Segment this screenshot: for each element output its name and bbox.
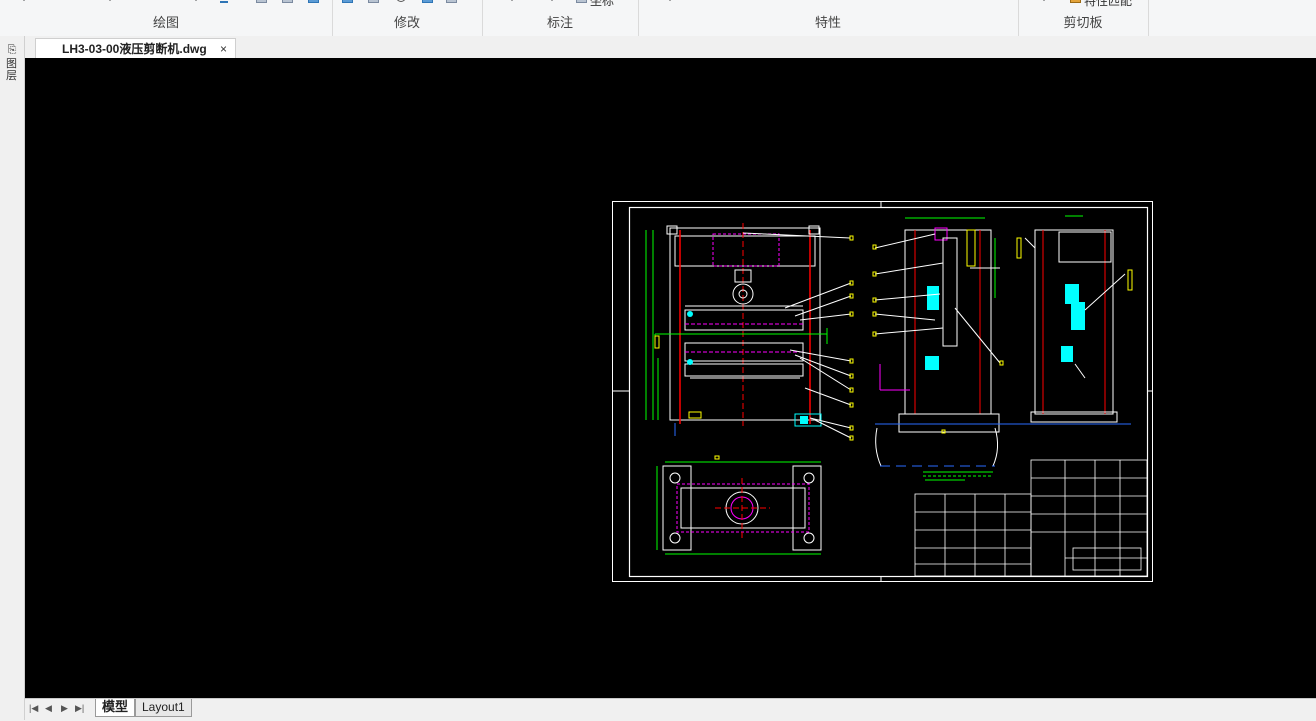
draw-group-label: 绘图 bbox=[152, 15, 179, 30]
array-icon[interactable] bbox=[446, 0, 457, 3]
dropdown-caret-icon[interactable] bbox=[192, 0, 200, 1]
ordinate-dimension-icon[interactable] bbox=[576, 0, 587, 3]
front-view bbox=[645, 223, 854, 441]
layer-palette-icon[interactable]: ⎘ bbox=[5, 44, 19, 56]
modify-group-label: 修改 bbox=[393, 15, 420, 30]
region-icon[interactable] bbox=[282, 0, 293, 3]
boundary-icon[interactable] bbox=[308, 0, 319, 3]
dropdown-caret-icon[interactable] bbox=[548, 0, 556, 1]
tab-model[interactable]: 模型 bbox=[95, 699, 136, 717]
fillet-icon[interactable] bbox=[396, 0, 406, 2]
annotation-group-label: 标注 bbox=[546, 15, 573, 30]
cad-drawing bbox=[612, 201, 1153, 582]
stretch-icon[interactable] bbox=[342, 0, 353, 3]
title-block bbox=[914, 459, 1148, 577]
plan-view bbox=[656, 455, 822, 555]
right-view bbox=[1015, 215, 1133, 425]
dropdown-caret-icon[interactable] bbox=[1040, 0, 1048, 1]
document-tab-title[interactable]: LH3-03-00液压剪断机.dwg bbox=[62, 39, 207, 59]
document-tab-bar: LH3-03-00液压剪断机.dwg × bbox=[25, 36, 1316, 59]
ordinate-label[interactable]: 坐标 bbox=[590, 0, 614, 9]
dropdown-caret-icon[interactable] bbox=[666, 0, 674, 1]
properties-group: 特性 bbox=[638, 0, 1019, 36]
drawing-canvas[interactable] bbox=[25, 58, 1316, 698]
tab-layout1[interactable]: Layout1 bbox=[135, 699, 192, 717]
annotation-group: 坐标 标注 bbox=[482, 0, 639, 36]
properties-group-label: 特性 bbox=[814, 15, 841, 30]
left-palette-strip: ⎘ 图层 bbox=[0, 36, 25, 720]
sheet-outer-frame bbox=[612, 201, 1153, 582]
layout-tab-bar: |◀ ◀ ▶ ▶| 模型 Layout1 bbox=[25, 698, 1316, 721]
dropdown-caret-icon[interactable] bbox=[508, 0, 516, 1]
next-layout-button[interactable]: ▶ bbox=[61, 703, 68, 714]
layer-palette-label[interactable]: 图层 bbox=[6, 58, 18, 82]
sheet-inner-frame bbox=[628, 206, 1149, 578]
technical-notes bbox=[923, 471, 993, 481]
document-tab[interactable]: LH3-03-00液压剪断机.dwg × bbox=[35, 38, 237, 59]
modify-group: 修改 bbox=[332, 0, 483, 36]
first-layout-button[interactable]: |◀ bbox=[29, 703, 38, 714]
dropdown-caret-icon[interactable] bbox=[20, 0, 28, 1]
last-layout-button[interactable]: ▶| bbox=[75, 703, 84, 714]
side-view bbox=[872, 217, 1125, 467]
match-properties-label[interactable]: 特性匹配 bbox=[1084, 0, 1132, 9]
hatch-icon[interactable] bbox=[256, 0, 267, 3]
dropdown-caret-icon[interactable] bbox=[106, 0, 114, 1]
scale-icon[interactable] bbox=[368, 0, 379, 3]
close-icon[interactable]: × bbox=[220, 39, 227, 59]
offset-icon[interactable] bbox=[422, 0, 433, 3]
draw-group: 绘图 bbox=[0, 0, 333, 36]
ribbon: 绘图 修改 坐标 标注 特性 特性匹配 剪切板 bbox=[0, 0, 1316, 37]
clipboard-group-label: 剪切板 bbox=[1063, 15, 1103, 30]
prev-layout-button[interactable]: ◀ bbox=[45, 703, 52, 714]
clipboard-group: 特性匹配 剪切板 bbox=[1018, 0, 1149, 36]
match-properties-icon[interactable] bbox=[1070, 0, 1081, 3]
arc-icon[interactable] bbox=[220, 0, 228, 3]
